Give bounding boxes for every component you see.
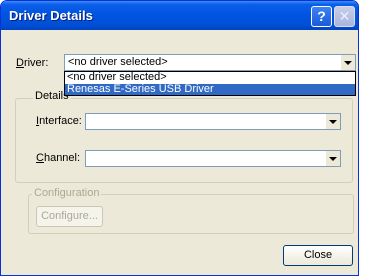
driver-label: Driver: xyxy=(16,57,49,69)
title-bar[interactable]: Driver Details ? ✕ xyxy=(1,1,358,30)
driver-details-dialog: Driver Details ? ✕ Driver: <no driver se… xyxy=(0,0,359,276)
configuration-group-title: Configuration xyxy=(32,187,102,199)
window-title: Driver Details xyxy=(9,8,93,23)
details-group xyxy=(15,98,353,183)
driver-option-none[interactable]: <no driver selected> xyxy=(65,72,355,83)
driver-select[interactable]: <no driver selected> xyxy=(64,54,356,71)
interface-select[interactable] xyxy=(85,113,341,130)
chevron-down-icon[interactable] xyxy=(325,151,340,166)
help-button[interactable]: ? xyxy=(311,6,332,27)
close-button[interactable]: Close xyxy=(283,245,353,266)
driver-selected-value: <no driver selected> xyxy=(68,56,168,68)
chevron-down-icon[interactable] xyxy=(325,114,340,129)
configure-button[interactable]: Configure... xyxy=(36,206,103,227)
close-window-button[interactable]: ✕ xyxy=(334,6,355,27)
channel-label: Channel: xyxy=(36,152,81,164)
driver-dropdown-list: <no driver selected> Renesas E-Series US… xyxy=(64,71,356,96)
interface-label: Interface: xyxy=(36,115,82,127)
chevron-down-icon[interactable] xyxy=(340,55,355,70)
driver-option-renesas[interactable]: Renesas E-Series USB Driver xyxy=(65,84,355,95)
channel-select[interactable] xyxy=(85,150,341,167)
